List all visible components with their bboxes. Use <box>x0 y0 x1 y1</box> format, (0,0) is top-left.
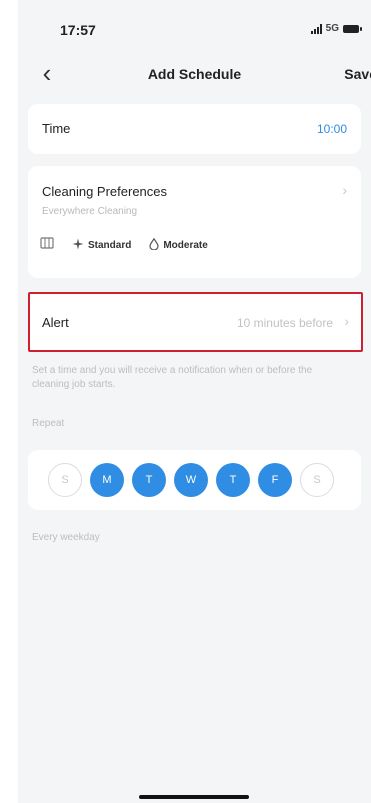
status-indicators: 5G <box>310 23 362 34</box>
repeat-label: Repeat <box>32 418 65 429</box>
status-time: 17:57 <box>60 22 96 38</box>
preferences-summary: Standard Moderate <box>40 236 208 254</box>
alert-value: 10 minutes before <box>236 316 333 330</box>
signal-icon <box>310 23 322 34</box>
day-toggle-tuesday[interactable]: T <box>132 463 166 497</box>
chevron-right-icon: › <box>344 313 349 329</box>
day-toggle-wednesday[interactable]: W <box>174 463 208 497</box>
chevron-right-icon: › <box>342 182 347 198</box>
map-icon <box>40 236 54 254</box>
suction-label: Standard <box>88 239 132 251</box>
cleaning-preferences-card[interactable]: Cleaning Preferences › Everywhere Cleani… <box>28 166 361 278</box>
alert-row[interactable]: Alert 10 minutes before › <box>28 292 363 352</box>
day-toggle-monday[interactable]: M <box>90 463 124 497</box>
fan-icon <box>72 238 84 253</box>
time-value: 10:00 <box>316 122 347 136</box>
repeat-day-selector: S M T W T F S <box>28 450 361 510</box>
page-title: Add Schedule <box>147 66 242 82</box>
water-drop-icon <box>149 237 159 253</box>
phone-screen: 17:57 5G ‹ Add Schedule Save Time 10:00 … <box>18 0 371 803</box>
battery-icon <box>343 24 362 33</box>
alert-label: Alert <box>42 315 69 330</box>
suction-setting: Standard <box>72 238 131 253</box>
home-indicator[interactable] <box>139 795 249 799</box>
alert-hint: Set a time and you will receive a notifi… <box>32 365 313 390</box>
day-toggle-friday[interactable]: F <box>258 463 292 497</box>
water-setting: Moderate <box>149 237 208 253</box>
repeat-summary: Every weekday <box>32 532 100 543</box>
day-toggle-sunday[interactable]: S <box>48 463 82 497</box>
save-button[interactable]: Save <box>344 66 371 82</box>
time-row[interactable]: Time 10:00 <box>28 104 361 154</box>
preferences-title: Cleaning Preferences <box>42 184 168 199</box>
day-toggle-thursday[interactable]: T <box>216 463 250 497</box>
network-type: 5G <box>325 23 339 34</box>
water-label: Moderate <box>163 239 208 251</box>
preferences-subtitle: Everywhere Cleaning <box>42 206 138 217</box>
time-label: Time <box>42 121 71 136</box>
nav-bar: ‹ Add Schedule Save <box>18 52 371 96</box>
status-bar: 17:57 5G <box>18 0 371 52</box>
day-toggle-saturday[interactable]: S <box>300 463 334 497</box>
